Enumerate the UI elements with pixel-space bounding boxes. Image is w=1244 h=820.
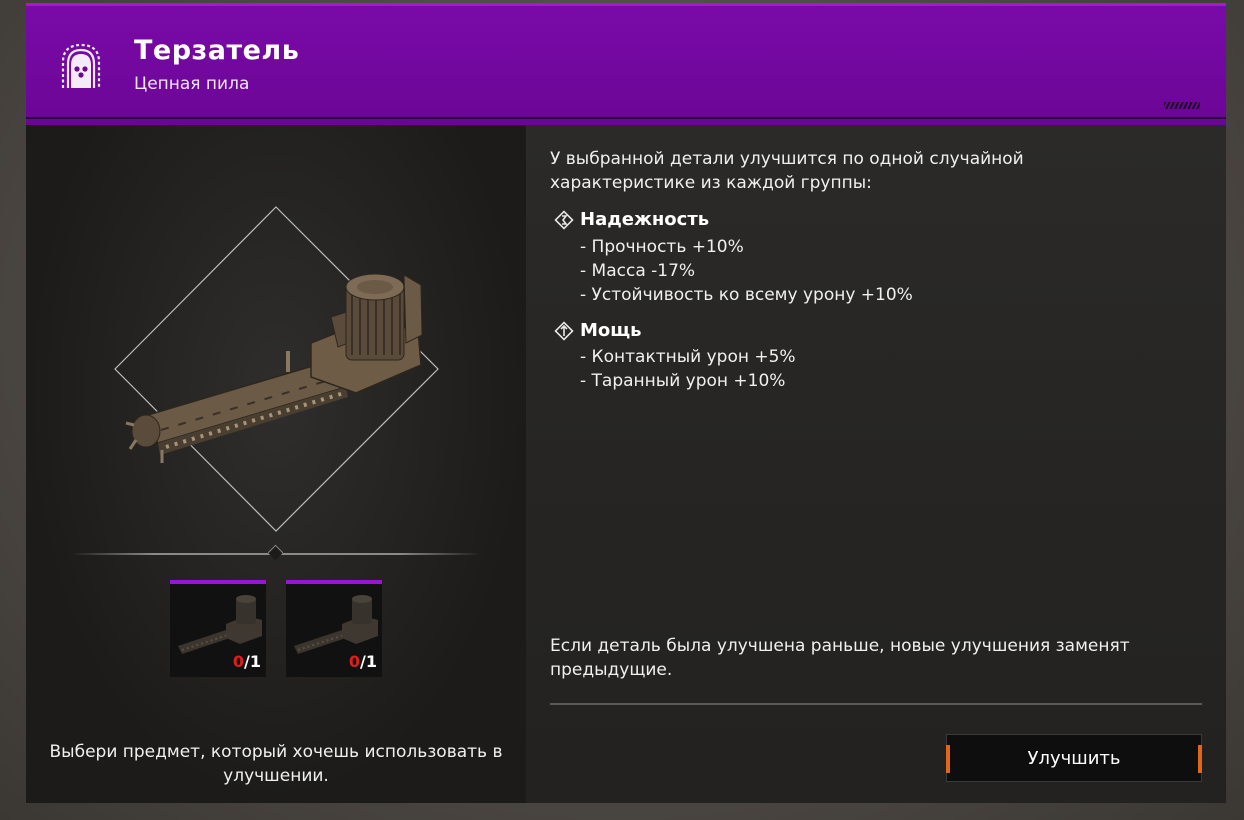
slot-2-count: 0/1 [349, 652, 377, 671]
group-power-title: Мощь [580, 320, 642, 341]
slot-1-need: 1 [249, 652, 261, 671]
slot-2-need: 1 [365, 652, 377, 671]
button-edge-left [946, 745, 950, 773]
upgrade-info-pane: У выбранной детали улучшится по одной сл… [526, 125, 1226, 803]
material-slot-1[interactable]: 0/1 [170, 580, 266, 677]
stat-contact-damage: - Контактный урон +5% [580, 347, 796, 367]
stat-damage-resistance: - Устойчивость ко всему урону +10% [580, 285, 913, 305]
button-edge-right [1198, 745, 1202, 773]
stat-durability: - Прочность +10% [580, 237, 744, 257]
power-icon [554, 321, 574, 341]
upgrade-panel: Терзатель Цепная пила 0/1 0/1 Выбери пре… [26, 3, 1226, 803]
reliability-icon [554, 210, 574, 230]
slot-2-have: 0 [348, 652, 361, 671]
replace-note: Если деталь была улучшена раньше, новые … [550, 636, 1130, 680]
header: Терзатель Цепная пила [26, 3, 1226, 117]
chainsaw-image [125, 273, 423, 463]
upgrade-button[interactable]: Улучшить [946, 734, 1202, 782]
header-decoration [1164, 102, 1200, 109]
part-subtitle: Цепная пила [134, 74, 250, 94]
slot-1-count: 0/1 [233, 652, 261, 671]
group-reliability-title: Надежность [580, 209, 710, 230]
stat-ram-damage: - Таранный урон +10% [580, 371, 786, 391]
slot-1-have: 0 [232, 652, 245, 671]
part-preview-pane: 0/1 0/1 Выбери предмет, который хочешь и… [26, 125, 526, 803]
upgrade-description: У выбранной детали улучшится по одной сл… [550, 149, 1024, 193]
material-slot-2[interactable]: 0/1 [286, 580, 382, 677]
upgrade-button-label: Улучшить [1027, 747, 1121, 769]
part-title: Терзатель [134, 35, 300, 66]
stat-mass: - Масса -17% [580, 261, 696, 281]
select-item-hint: Выбери предмет, который хочешь использов… [49, 742, 503, 786]
clan-crest-icon [61, 43, 101, 88]
bottom-separator [550, 703, 1202, 705]
part-preview [114, 206, 439, 532]
